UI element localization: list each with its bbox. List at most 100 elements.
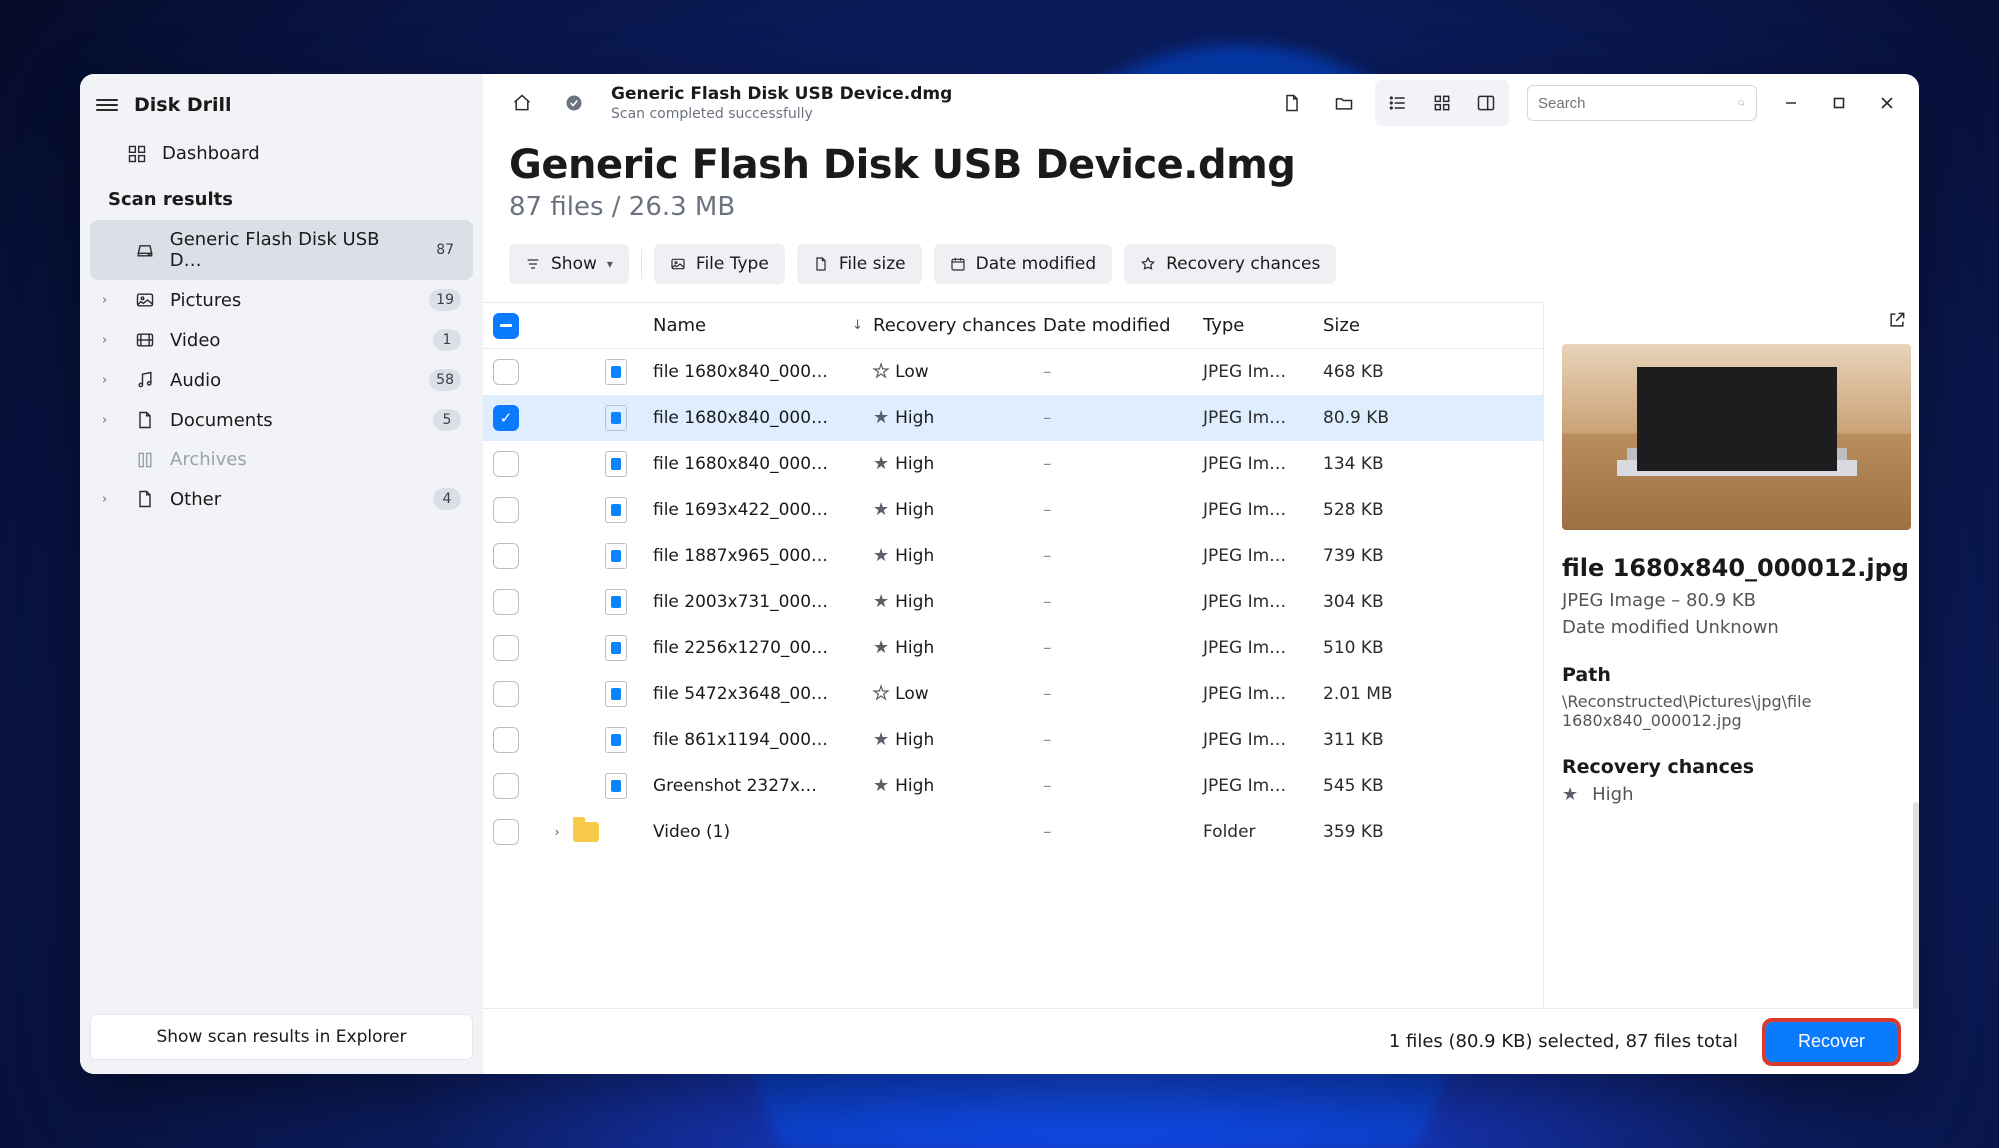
folder-icon bbox=[573, 822, 599, 842]
chances-filter-button[interactable]: Recovery chances bbox=[1124, 244, 1336, 284]
archive-icon bbox=[134, 450, 156, 470]
row-type: JPEG Im… bbox=[1203, 500, 1323, 520]
open-folder-button[interactable] bbox=[1323, 82, 1365, 124]
close-button[interactable] bbox=[1863, 82, 1911, 124]
sidebar-item-dashboard[interactable]: Dashboard bbox=[90, 134, 473, 173]
preview-scrollbar[interactable] bbox=[1913, 802, 1919, 1008]
star-icon: ★ bbox=[873, 775, 889, 796]
star-icon: ★ bbox=[873, 729, 889, 750]
row-recovery: ★High bbox=[873, 637, 1043, 658]
row-checkbox[interactable] bbox=[493, 819, 519, 845]
sidebar-item-archive[interactable]: Archives bbox=[90, 440, 473, 479]
star-icon bbox=[1140, 256, 1156, 272]
popout-button[interactable] bbox=[1887, 310, 1907, 334]
sidebar-item-label: Dashboard bbox=[162, 143, 260, 164]
table-row[interactable]: file 1693x422_000…★High–JPEG Im…528 KB bbox=[483, 487, 1543, 533]
view-panes-button[interactable] bbox=[1465, 82, 1507, 124]
row-checkbox[interactable] bbox=[493, 589, 519, 615]
preview-rc-value: High bbox=[1592, 784, 1633, 805]
scan-complete-icon bbox=[553, 82, 595, 124]
row-date: – bbox=[1043, 362, 1203, 382]
main-panel: Generic Flash Disk USB Device.dmg Scan c… bbox=[483, 74, 1919, 1074]
row-checkbox[interactable] bbox=[493, 497, 519, 523]
sidebar-item-drive[interactable]: Generic Flash Disk USB D…87 bbox=[90, 220, 473, 280]
row-checkbox[interactable] bbox=[493, 451, 519, 477]
row-date: – bbox=[1043, 454, 1203, 474]
table-row[interactable]: file 861x1194_000…★High–JPEG Im…311 KB bbox=[483, 717, 1543, 763]
row-name: Video (1) bbox=[653, 822, 873, 842]
sidebar-item-audio[interactable]: ›Audio58 bbox=[90, 360, 473, 400]
filesize-filter-button[interactable]: File size bbox=[797, 244, 922, 284]
col-size[interactable]: Size bbox=[1323, 315, 1433, 336]
row-checkbox[interactable] bbox=[493, 681, 519, 707]
sidebar-item-count: 1 bbox=[433, 329, 461, 351]
selection-status: 1 files (80.9 KB) selected, 87 files tot… bbox=[1389, 1031, 1738, 1052]
sidebar-item-picture[interactable]: ›Pictures19 bbox=[90, 280, 473, 320]
row-name: file 2256x1270_00… bbox=[653, 638, 873, 658]
view-list-button[interactable] bbox=[1377, 82, 1419, 124]
col-recovery[interactable]: Recovery chances bbox=[873, 315, 1043, 336]
table-row[interactable]: file 2003x731_000…★High–JPEG Im…304 KB bbox=[483, 579, 1543, 625]
star-icon: ★ bbox=[873, 453, 889, 474]
col-date[interactable]: Date modified bbox=[1043, 315, 1203, 336]
chevron-down-icon: ▾ bbox=[607, 257, 613, 271]
row-checkbox[interactable] bbox=[493, 359, 519, 385]
row-recovery: ★High bbox=[873, 499, 1043, 520]
row-checkbox[interactable] bbox=[493, 727, 519, 753]
table-row[interactable]: file 1680x840_000…★Low–JPEG Im…468 KB bbox=[483, 349, 1543, 395]
app-title: Disk Drill bbox=[134, 94, 232, 116]
row-date: – bbox=[1043, 776, 1203, 796]
recover-button[interactable]: Recover bbox=[1766, 1022, 1897, 1062]
row-recovery: ★High bbox=[873, 407, 1043, 428]
minimize-button[interactable] bbox=[1767, 82, 1815, 124]
row-date: – bbox=[1043, 546, 1203, 566]
row-date: – bbox=[1043, 638, 1203, 658]
search-input[interactable] bbox=[1527, 85, 1757, 121]
picture-icon bbox=[134, 290, 156, 310]
preview-path: \Reconstructed\Pictures\jpg\file 1680x84… bbox=[1562, 692, 1911, 730]
view-grid-button[interactable] bbox=[1421, 82, 1463, 124]
row-size: 2.01 MB bbox=[1323, 684, 1433, 704]
row-name: file 2003x731_000… bbox=[653, 592, 873, 612]
sidebar-item-video[interactable]: ›Video1 bbox=[90, 320, 473, 360]
col-name[interactable]: Name↓ bbox=[653, 315, 873, 336]
new-file-button[interactable] bbox=[1271, 82, 1313, 124]
show-in-explorer-button[interactable]: Show scan results in Explorer bbox=[90, 1014, 473, 1060]
sidebar-item-document[interactable]: ›Documents5 bbox=[90, 400, 473, 440]
chevron-right-icon: › bbox=[102, 413, 114, 428]
table-row[interactable]: file 2256x1270_00…★High–JPEG Im…510 KB bbox=[483, 625, 1543, 671]
show-filter-button[interactable]: Show ▾ bbox=[509, 244, 629, 284]
maximize-button[interactable] bbox=[1815, 82, 1863, 124]
select-all-checkbox[interactable] bbox=[493, 313, 519, 339]
row-name: file 1887x965_000… bbox=[653, 546, 873, 566]
row-name: file 5472x3648_00… bbox=[653, 684, 873, 704]
table-row[interactable]: ›Video (1)–Folder359 KB bbox=[483, 809, 1543, 855]
topbar: Generic Flash Disk USB Device.dmg Scan c… bbox=[483, 74, 1919, 132]
date-filter-button[interactable]: Date modified bbox=[934, 244, 1112, 284]
file-table: Name↓ Recovery chances Date modified Typ… bbox=[483, 302, 1543, 1008]
row-size: 359 KB bbox=[1323, 822, 1433, 842]
sidebar-item-other[interactable]: ›Other4 bbox=[90, 479, 473, 519]
home-button[interactable] bbox=[501, 82, 543, 124]
file-icon bbox=[605, 405, 627, 431]
filetype-filter-button[interactable]: File Type bbox=[654, 244, 785, 284]
row-name: Greenshot 2327x… bbox=[653, 776, 873, 796]
star-icon: ★ bbox=[873, 591, 889, 612]
search-icon bbox=[1737, 95, 1746, 111]
table-row[interactable]: Greenshot 2327x…★High–JPEG Im…545 KB bbox=[483, 763, 1543, 809]
menu-icon[interactable] bbox=[96, 97, 118, 113]
star-icon: ★ bbox=[873, 499, 889, 520]
table-row[interactable]: file 5472x3648_00…★Low–JPEG Im…2.01 MB bbox=[483, 671, 1543, 717]
row-checkbox[interactable] bbox=[493, 773, 519, 799]
row-date: – bbox=[1043, 822, 1203, 842]
sidebar-item-count: 4 bbox=[433, 488, 461, 510]
col-type[interactable]: Type bbox=[1203, 315, 1323, 336]
row-checkbox[interactable] bbox=[493, 635, 519, 661]
table-row[interactable]: file 1887x965_000…★High–JPEG Im…739 KB bbox=[483, 533, 1543, 579]
table-row[interactable]: file 1680x840_000…★High–JPEG Im…134 KB bbox=[483, 441, 1543, 487]
row-checkbox[interactable] bbox=[493, 543, 519, 569]
row-checkbox[interactable] bbox=[493, 405, 519, 431]
table-row[interactable]: file 1680x840_000…★High–JPEG Im…80.9 KB bbox=[483, 395, 1543, 441]
sidebar: Disk Drill Dashboard Scan results Generi… bbox=[80, 74, 483, 1074]
row-size: 311 KB bbox=[1323, 730, 1433, 750]
